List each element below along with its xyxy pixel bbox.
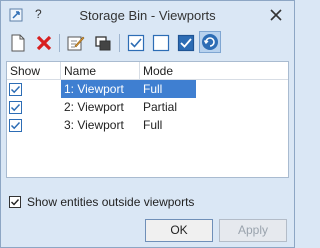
toolbar-separator (119, 34, 120, 52)
row-show-checkbox[interactable] (9, 83, 22, 96)
column-header-show[interactable]: Show (7, 62, 61, 80)
column-header-name[interactable]: Name (61, 62, 140, 80)
column-header-mode[interactable]: Mode (140, 62, 288, 80)
copy-icon[interactable] (92, 32, 114, 54)
viewport-list[interactable]: Show Name Mode 1: Viewport Full 2: Viewp… (6, 61, 289, 178)
row-show-checkbox[interactable] (9, 119, 22, 132)
row-name[interactable]: 3: Viewport (61, 116, 140, 134)
apply-button[interactable]: Apply (219, 219, 287, 242)
close-icon[interactable] (267, 6, 285, 24)
toggle-check-icon[interactable] (175, 32, 197, 54)
toolbar (7, 31, 289, 57)
row-mode[interactable]: Full (140, 116, 196, 134)
title-bar: ? Storage Bin - Viewports (1, 1, 294, 31)
show-outside-label: Show entities outside viewports (27, 195, 195, 209)
check-all-icon[interactable] (125, 32, 147, 54)
refresh-icon[interactable] (199, 31, 221, 53)
row-name[interactable]: 1: Viewport (61, 80, 140, 98)
row-name[interactable]: 2: Viewport (61, 98, 140, 116)
delete-icon[interactable] (33, 32, 55, 54)
ok-button[interactable]: OK (145, 219, 213, 242)
new-icon[interactable] (7, 32, 29, 54)
uncheck-all-icon[interactable] (150, 32, 172, 54)
show-outside-checkbox[interactable] (9, 196, 21, 208)
row-mode[interactable]: Full (140, 80, 196, 98)
dialog-title: Storage Bin - Viewports (79, 8, 216, 23)
storage-bin-dialog: ? Storage Bin - Viewports Show Name Mode… (0, 0, 295, 248)
row-show-checkbox[interactable] (9, 101, 22, 114)
toolbar-separator (59, 34, 60, 52)
edit-icon[interactable] (65, 32, 87, 54)
row-mode[interactable]: Partial (140, 98, 196, 116)
